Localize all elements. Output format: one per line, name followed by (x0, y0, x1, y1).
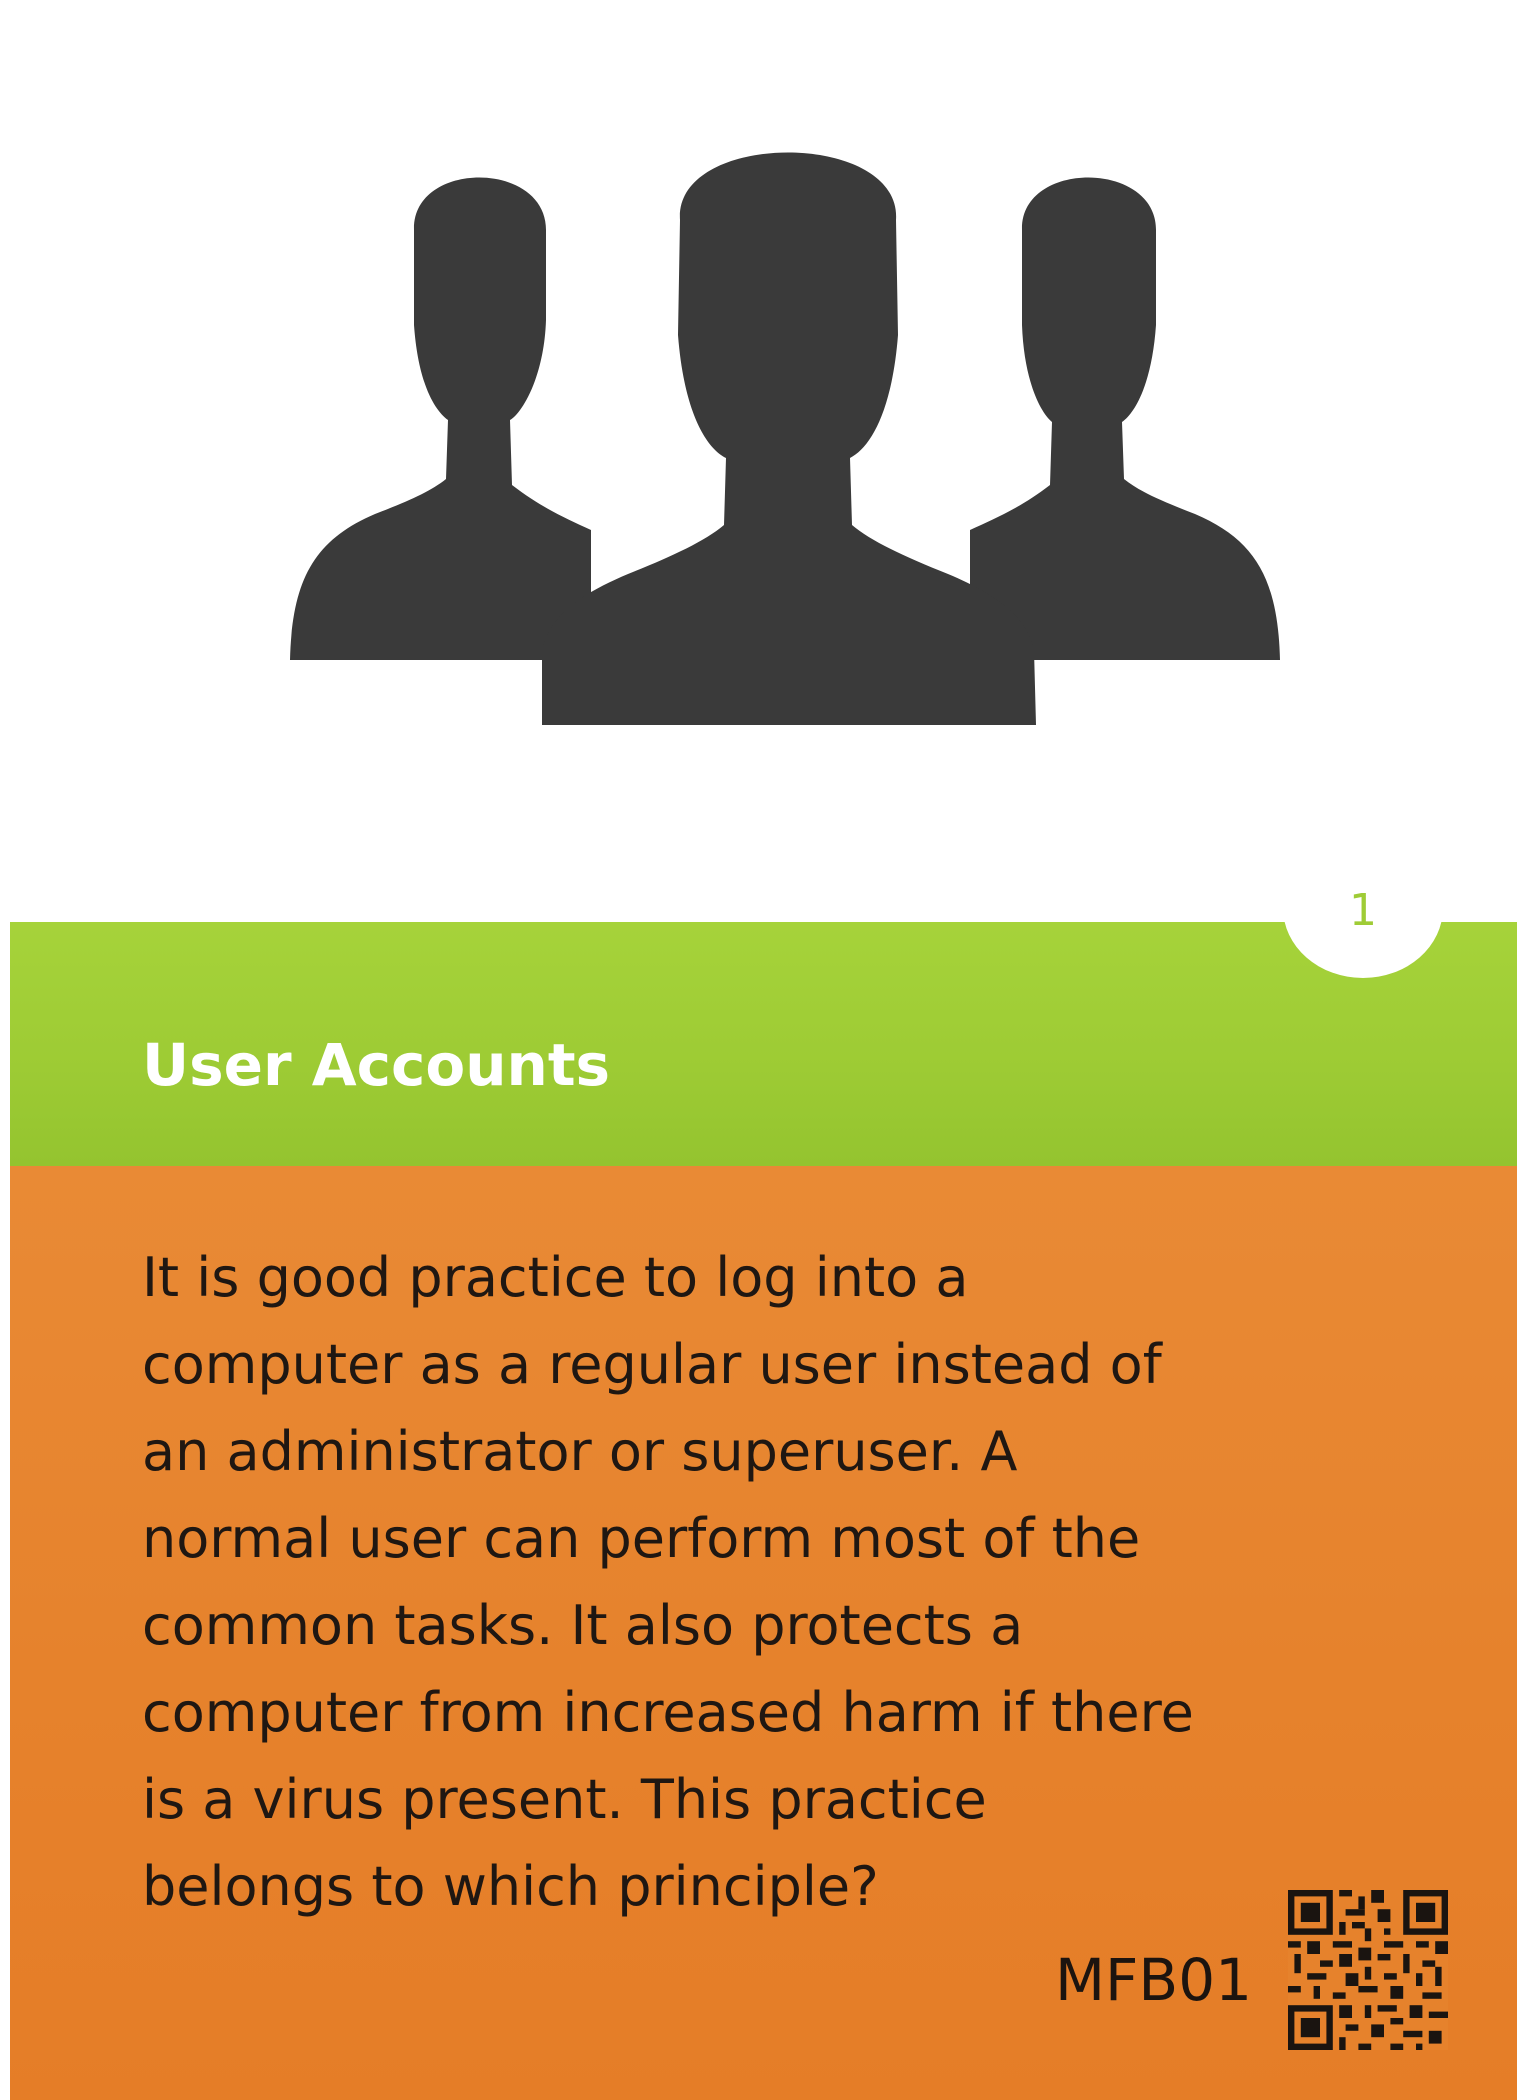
body-line: It is good practice to log into a (142, 1246, 969, 1309)
body-line: normal user can perform most of the (142, 1507, 1141, 1570)
body-line: is a virus present. This practice (142, 1768, 987, 1831)
user-accounts-card: 1 User Accounts It is good practice to l… (0, 0, 1517, 2100)
body-line: an administrator or superuser. A (142, 1420, 1018, 1483)
card-number-badge: 1 (1283, 838, 1443, 978)
body-line: computer from increased harm if there (142, 1681, 1194, 1744)
card-title: User Accounts (142, 1031, 611, 1099)
card-body-text: It is good practice to log into a comput… (142, 1234, 1372, 1930)
qr-code-icon[interactable] (1288, 1890, 1448, 2050)
users-group-icon (290, 152, 1280, 725)
card-code: MFB01 (1055, 1946, 1252, 2014)
body-line: computer as a regular user instead of (142, 1333, 1162, 1396)
body-line: belongs to which principle? (142, 1855, 879, 1918)
body-line: common tasks. It also protects a (142, 1594, 1024, 1657)
